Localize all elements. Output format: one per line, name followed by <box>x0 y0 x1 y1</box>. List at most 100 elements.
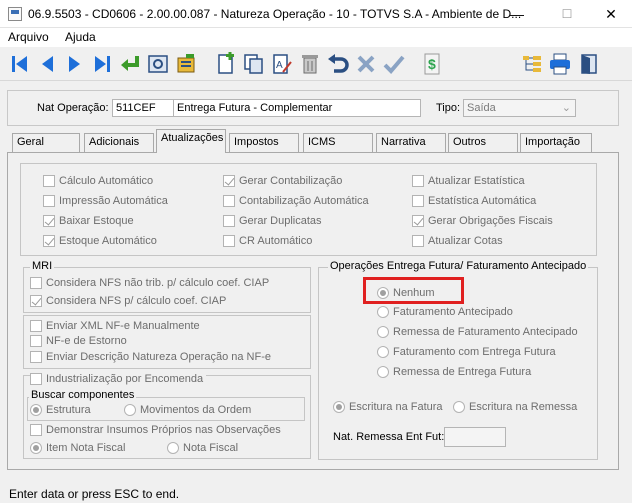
movimentos-ordem-radio[interactable]: Movimentos da Ordem <box>124 404 251 417</box>
mri-ciap-checkbox[interactable]: Considera NFS p/ cálculo coef. CIAP <box>30 295 226 308</box>
atualizar-estatistica-checkbox[interactable]: Atualizar Estatística <box>412 175 525 188</box>
toolbar: A $ <box>0 47 632 81</box>
faturamento-entrega-futura-radio[interactable]: Faturamento com Entrega Futura <box>377 346 556 359</box>
gerar-duplicatas-checkbox[interactable]: Gerar Duplicatas <box>223 215 322 228</box>
copy-record-icon[interactable] <box>242 52 266 76</box>
gerar-obrigacoes-fiscais-checkbox[interactable]: Gerar Obrigações Fiscais <box>412 215 553 228</box>
radio-label: Estrutura <box>46 404 91 416</box>
nat-code-field[interactable]: 511CEF <box>112 99 174 117</box>
calculo-automatico-checkbox[interactable]: Cálculo Automático <box>43 175 153 188</box>
new-record-icon[interactable] <box>214 52 238 76</box>
menu-ajuda[interactable]: Ajuda <box>65 30 96 44</box>
tipo-label: Tipo: <box>436 102 461 114</box>
checkbox-box <box>30 335 42 347</box>
estatistica-automatica-checkbox[interactable]: Estatística Automática <box>412 195 536 208</box>
radio-dot <box>30 442 42 454</box>
atualizar-cotas-checkbox[interactable]: Atualizar Cotas <box>412 235 503 248</box>
maximize-button[interactable]: ☐ <box>544 0 590 28</box>
nota-fiscal-radio[interactable]: Nota Fiscal <box>167 442 238 455</box>
nat-remessa-field[interactable] <box>444 427 506 447</box>
checkbox-label: Baixar Estoque <box>59 215 134 227</box>
industrializacao-checkbox[interactable]: Industrialização por Encomenda <box>30 373 207 386</box>
remessa-entrega-futura-radio[interactable]: Remessa de Entrega Futura <box>377 366 531 379</box>
return-icon[interactable] <box>118 52 142 76</box>
enviar-xml-checkbox[interactable]: Enviar XML NF-e Manualmente <box>30 320 200 333</box>
tree-icon[interactable] <box>520 52 544 76</box>
faturamento-antecipado-radio[interactable]: Faturamento Antecipado <box>377 306 513 319</box>
report-icon[interactable] <box>174 52 198 76</box>
tab-importacao[interactable]: Importação <box>520 133 592 152</box>
svg-text:A: A <box>276 60 283 71</box>
svg-text:$: $ <box>428 56 436 72</box>
cr-automatico-checkbox[interactable]: CR Automático <box>223 235 312 248</box>
impressao-automatica-checkbox[interactable]: Impressão Automática <box>43 195 168 208</box>
checkbox-box <box>30 351 42 363</box>
demonstrar-insumos-checkbox[interactable]: Demonstrar Insumos Próprios nas Observaç… <box>30 424 281 437</box>
radio-label: Faturamento Antecipado <box>393 306 513 318</box>
tab-impostos[interactable]: Impostos <box>229 133 299 152</box>
remessa-faturamento-antecipado-radio[interactable]: Remessa de Faturamento Antecipado <box>377 326 578 339</box>
checkbox-box <box>30 320 42 332</box>
cancel-icon[interactable] <box>354 52 378 76</box>
app-icon <box>8 7 22 21</box>
contabilizacao-automatica-checkbox[interactable]: Contabilização Automática <box>223 195 369 208</box>
radio-label: Movimentos da Ordem <box>140 404 252 416</box>
delete-record-icon[interactable] <box>298 52 322 76</box>
baixar-estoque-checkbox[interactable]: Baixar Estoque <box>43 215 134 228</box>
tab-atualizacoes[interactable]: Atualizações <box>156 129 226 153</box>
window-title: 06.9.5503 - CD0606 - 2.00.00.087 - Natur… <box>28 7 522 21</box>
checkbox-label: Atualizar Cotas <box>428 235 503 247</box>
checkbox-box <box>30 424 42 436</box>
checkbox-box <box>223 175 235 187</box>
tab-icms[interactable]: ICMS <box>303 133 373 152</box>
enviar-descricao-checkbox[interactable]: Enviar Descrição Natureza Operação na NF… <box>30 351 271 364</box>
estoque-automatico-checkbox[interactable]: Estoque Automático <box>43 235 157 248</box>
checkbox-label: Estatística Automática <box>428 195 537 207</box>
checkbox-box <box>223 215 235 227</box>
tab-narrativa[interactable]: Narrativa <box>376 133 446 152</box>
radio-label: Escritura na Fatura <box>349 401 443 413</box>
checkbox-label: Gerar Duplicatas <box>239 215 322 227</box>
escritura-remessa-radio[interactable]: Escritura na Remessa <box>453 401 577 414</box>
tab-geral[interactable]: Geral <box>12 133 80 152</box>
first-record-icon[interactable] <box>8 52 32 76</box>
tipo-select[interactable]: Saída ⌄ <box>463 99 576 117</box>
radio-dot <box>453 401 465 413</box>
tab-adicionais[interactable]: Adicionais <box>84 133 154 152</box>
checkbox-label: Gerar Obrigações Fiscais <box>428 215 553 227</box>
next-record-icon[interactable] <box>62 52 86 76</box>
exit-icon[interactable] <box>578 52 602 76</box>
undo-icon[interactable] <box>326 52 350 76</box>
estrutura-radio[interactable]: Estrutura <box>30 404 91 417</box>
previous-record-icon[interactable] <box>36 52 60 76</box>
print-icon[interactable] <box>548 52 572 76</box>
checkbox-label: Estoque Automático <box>59 235 157 247</box>
last-record-icon[interactable] <box>90 52 114 76</box>
minimize-button[interactable]: — <box>494 0 540 28</box>
tab-outros[interactable]: Outros <box>448 133 518 152</box>
mri-nao-trib-checkbox[interactable]: Considera NFS não trib. p/ cálculo coef.… <box>30 277 269 290</box>
status-bar: Enter data or press ESC to end. <box>9 487 180 501</box>
radio-dot <box>124 404 136 416</box>
mri-legend: MRI <box>30 260 55 272</box>
currency-icon[interactable]: $ <box>420 52 444 76</box>
checkbox-box <box>43 195 55 207</box>
checkbox-label: Considera NFS p/ cálculo coef. CIAP <box>46 295 227 307</box>
checkbox-box <box>30 277 42 289</box>
nfe-estorno-checkbox[interactable]: NF-e de Estorno <box>30 335 127 348</box>
close-button[interactable]: ✕ <box>588 0 632 28</box>
preview-icon[interactable] <box>146 52 170 76</box>
edit-record-icon[interactable]: A <box>270 52 294 76</box>
radio-dot <box>30 404 42 416</box>
radio-dot <box>377 306 389 318</box>
nat-remessa-label: Nat. Remessa Ent Fut: <box>333 431 445 443</box>
confirm-icon[interactable] <box>382 52 406 76</box>
item-nota-fiscal-radio[interactable]: Item Nota Fiscal <box>30 442 125 455</box>
menu-arquivo[interactable]: Arquivo <box>8 30 49 44</box>
entrega-futura-legend: Operações Entrega Futura/ Faturamento An… <box>328 260 589 272</box>
checkbox-label: Gerar Contabilização <box>239 175 343 187</box>
nat-desc-field[interactable]: Entrega Futura - Complementar <box>173 99 421 117</box>
escritura-fatura-radio[interactable]: Escritura na Fatura <box>333 401 443 414</box>
checkbox-box <box>412 175 424 187</box>
gerar-contabilizacao-checkbox[interactable]: Gerar Contabilização <box>223 175 342 188</box>
